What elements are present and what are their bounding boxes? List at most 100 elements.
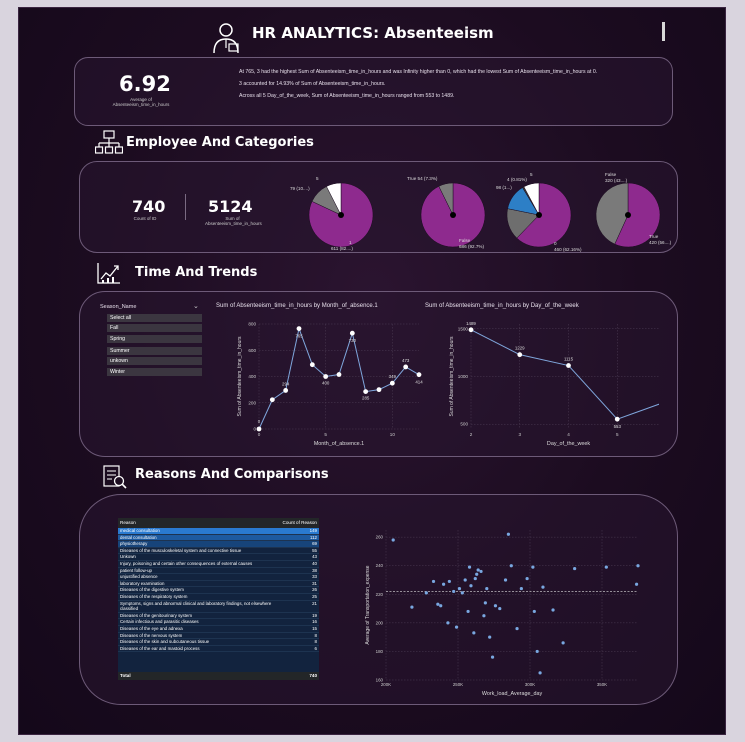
pie-4-label-2a: False	[605, 172, 617, 177]
reason-count-cell: 26	[291, 586, 319, 594]
scatter-point-40	[551, 608, 555, 612]
dayChart-series-line	[470, 329, 659, 420]
reason-cell: dental consultation	[118, 534, 291, 542]
scatter-point-36	[532, 609, 536, 614]
slicer-item-spring[interactable]: Spring	[107, 335, 202, 343]
scatter-point-43	[604, 565, 608, 569]
scatter-point-32	[515, 626, 519, 631]
monthChart-xtick-2: 10	[390, 432, 396, 437]
reason-count-cell: 15	[291, 625, 319, 633]
pie-1-label-2: 79 (10....)	[290, 186, 310, 191]
pie-3-label-1b: 460 (62.16%)	[554, 247, 582, 252]
dayChart-ylabel: Sum of Absenteeism_time_in_hours	[449, 336, 455, 417]
reason-cell: Diseases of the eye and adnexa	[118, 625, 291, 633]
pie-3-label-5: 5	[530, 172, 533, 177]
scatter-ytick-5: 260	[376, 535, 384, 540]
table-row[interactable]: Diseases of the respiratory system 25	[118, 593, 319, 601]
table-row[interactable]: Diseases of the eye and adnexa 15	[118, 625, 319, 633]
pie-2-label-2: True 54 (7.3%)	[407, 176, 438, 181]
pie-4-label-1a: True	[649, 234, 659, 239]
reason-count-cell: 25	[291, 593, 319, 601]
slicer-item-summer[interactable]: Summer	[107, 347, 202, 355]
dayChart-data-label-0: 1489	[466, 321, 476, 326]
scatter-point-21	[479, 569, 483, 574]
trend-chart-icon	[97, 262, 121, 284]
reasons-header-count[interactable]: Count of Reason	[283, 519, 317, 527]
scatter-point-37	[535, 649, 539, 654]
table-row[interactable]: Diseases of the digestive system 26	[118, 586, 319, 594]
scatter-point-20	[476, 568, 480, 572]
table-row[interactable]: Diseases of the musculoskeletal system a…	[118, 547, 319, 555]
monthChart-ylabel: Sum of Absenteeism_time_in_hours	[237, 336, 243, 417]
table-row[interactable]: Diseases of the skin and subcutaneous ti…	[118, 638, 319, 646]
scatter-point-24	[485, 586, 489, 591]
document-search-icon	[102, 464, 128, 490]
slicer-item-fall[interactable]: Fall	[107, 324, 202, 332]
table-row[interactable]: patient follow-up 38	[118, 567, 319, 575]
slicer-title: Season_Name	[100, 304, 137, 310]
pie-1-label-1a: 1	[349, 240, 352, 245]
slicer-item-winter[interactable]: Winter	[107, 368, 202, 376]
pie-1-label-1b: 611 (82....)	[331, 246, 353, 251]
scatter-ytick-2: 200	[376, 620, 384, 625]
table-row[interactable]: Diseases of the genitourinary system 19	[118, 612, 319, 620]
reason-count-cell: 40	[291, 560, 319, 568]
table-row[interactable]: Symptoms, signs and abnormal clinical an…	[118, 600, 319, 613]
slicer-item-select-all[interactable]: Select all	[107, 314, 202, 322]
table-row[interactable]: Certain infectious and parasitic disease…	[118, 618, 319, 626]
table-row[interactable]: Unkown 43	[118, 553, 319, 561]
scatter-point-0	[391, 538, 395, 542]
monthChart-point-4	[309, 362, 315, 368]
reasons-header-reason[interactable]: Reason	[120, 519, 136, 527]
table-row[interactable]: laboratory examination 31	[118, 580, 319, 588]
monthChart-ytick-1: 200	[248, 400, 256, 405]
pie-2-label-1b: 686 (92.7%)	[459, 244, 484, 249]
reasons-table-header: Reason Count of Reason	[118, 518, 319, 528]
dayChart-point-1	[517, 352, 523, 358]
scatter-point-31	[509, 564, 513, 568]
pie-3-label-1a: 0	[554, 241, 557, 246]
dayChart-xtick-0: 2	[470, 432, 473, 437]
table-row[interactable]: unjustified absence 33	[118, 573, 319, 581]
dashboard-frame: HR ANALYTICS: Absenteeism 6.92 Average o…	[18, 7, 726, 735]
dayChart-point-3	[614, 416, 620, 422]
monthChart-data-label-8: 285	[362, 396, 370, 401]
scatter-point-35	[531, 565, 535, 569]
reason-cell: Diseases of the ear and mastoid process	[118, 645, 291, 653]
reason-cell: physiotherapy	[118, 540, 291, 548]
scatter-point-10	[454, 625, 459, 629]
scatter-point-5	[439, 604, 443, 608]
month-line-chart: 02004006008000 5 1002947654007302853494734…	[237, 322, 423, 448]
reason-cell: Injury, poisoning and certain other cons…	[118, 560, 291, 568]
scatter-ytick-1: 180	[376, 649, 384, 654]
scatter-ytick-3: 220	[376, 592, 384, 597]
reason-cell: Diseases of the respiratory system	[118, 593, 291, 601]
scatter-point-41	[561, 641, 565, 645]
table-row[interactable]: physiotherapy 69	[118, 540, 319, 548]
chevron-down-icon[interactable]: ⌄	[193, 302, 199, 310]
scatter-point-26	[490, 655, 495, 659]
table-row[interactable]: dental consultation 112	[118, 534, 319, 542]
dayChart-point-2	[566, 363, 571, 368]
scatter-point-9	[452, 589, 456, 594]
scatter-point-27	[493, 604, 498, 608]
table-row[interactable]: Diseases of the nervous system 8	[118, 632, 319, 640]
slicer-item-unkown[interactable]: unkown	[107, 357, 202, 365]
reason-cell: unjustified absence	[118, 573, 291, 581]
monthChart-point-8	[363, 389, 369, 394]
scatter-point-29	[503, 578, 508, 582]
reasons-total-value: 740	[309, 673, 317, 678]
reasons-table-body: medical consultation 149 dental consultati…	[118, 528, 319, 653]
scatter-point-42	[573, 566, 577, 571]
monthChart-point-7	[349, 330, 355, 336]
monthChart-ytick-3: 600	[248, 348, 256, 353]
table-row[interactable]: Diseases of the ear and mastoid process 6	[118, 645, 319, 653]
pie-4-label-1b: 420 (56....)	[649, 240, 672, 245]
scatter-xlabel: Work_load_Average_day	[482, 691, 543, 697]
monthChart-data-label-11: 473	[402, 358, 410, 363]
monthChart-data-label-3: 765	[295, 334, 303, 339]
reason-cell: Diseases of the digestive system	[118, 586, 291, 594]
table-row[interactable]: Injury, poisoning and certain other cons…	[118, 560, 319, 568]
reason-cell: laboratory examination	[118, 580, 291, 588]
pie-4-label-2b: 320 (43....)	[605, 178, 628, 183]
